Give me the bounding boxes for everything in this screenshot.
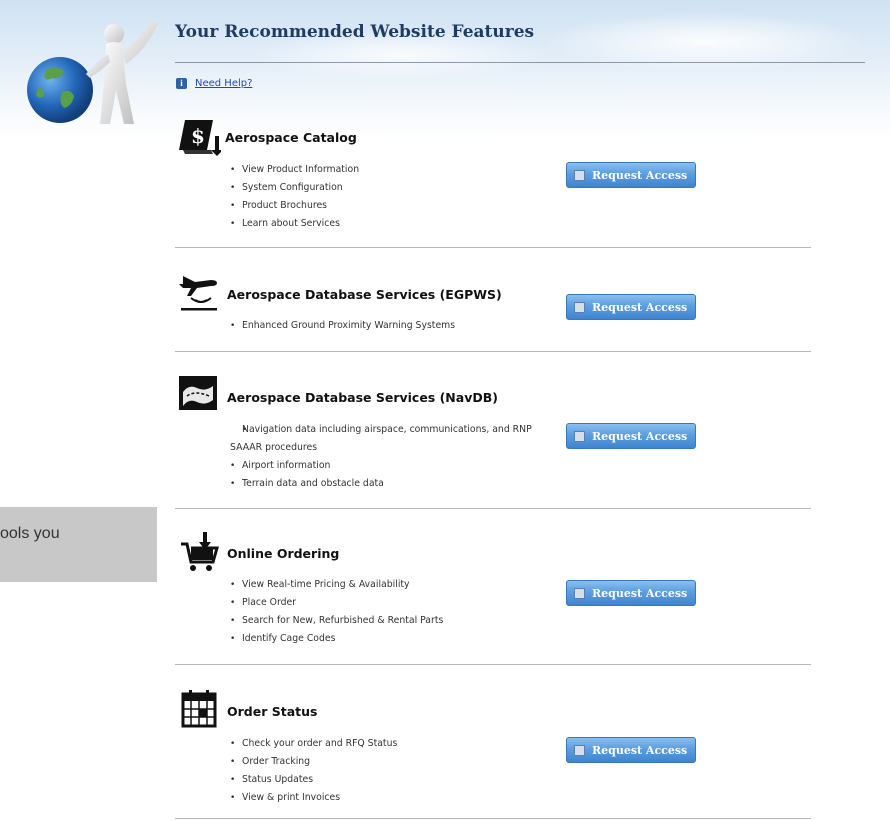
- list-item: Airport information: [230, 457, 560, 475]
- button-label: Request Access: [592, 586, 688, 600]
- feature-title: Order Status: [227, 704, 318, 719]
- checkbox-icon: [574, 587, 585, 599]
- list-item: Product Brochures: [230, 197, 560, 215]
- request-access-button[interactable]: Request Access: [566, 423, 696, 449]
- feature-title: Online Ordering: [227, 546, 340, 561]
- list-item: Learn about Services: [230, 215, 560, 233]
- list-item: View & print Invoices: [230, 789, 560, 807]
- title-divider: [175, 62, 865, 63]
- divider: [175, 508, 811, 509]
- checkbox-icon: [574, 744, 585, 756]
- button-label: Request Access: [592, 743, 688, 757]
- list-item: Navigation data including airspace, comm…: [230, 421, 560, 457]
- mascot-globe-illustration: [27, 20, 158, 124]
- list-item: Order Tracking: [230, 753, 560, 771]
- list-item: View Real-time Pricing & Availability: [230, 576, 560, 594]
- list-item: Status Updates: [230, 771, 560, 789]
- need-help-link[interactable]: Need Help?: [195, 78, 252, 89]
- info-icon: i: [176, 78, 187, 89]
- list-item: System Configuration: [230, 179, 560, 197]
- request-access-button[interactable]: Request Access: [566, 294, 696, 320]
- request-access-button[interactable]: Request Access: [566, 162, 696, 188]
- feature-title: Aerospace Database Services (EGPWS): [227, 287, 502, 302]
- list-item: Enhanced Ground Proximity Warning System…: [230, 317, 560, 335]
- checkbox-icon: [574, 430, 585, 442]
- list-item: View Product Information: [230, 161, 560, 179]
- list-item: Search for New, Refurbished & Rental Par…: [230, 612, 560, 630]
- checkbox-icon: [574, 169, 585, 181]
- checkbox-icon: [574, 301, 585, 313]
- button-label: Request Access: [592, 168, 688, 182]
- help-link-row[interactable]: i Need Help?: [176, 78, 252, 89]
- feature-bullet-list: Enhanced Ground Proximity Warning System…: [230, 317, 560, 335]
- feature-bullet-list: View Product Information System Configur…: [230, 161, 560, 233]
- page-title: Your Recommended Website Features: [175, 22, 535, 42]
- feature-title: Aerospace Database Services (NavDB): [227, 390, 498, 405]
- svg-text:$: $: [191, 124, 205, 148]
- button-label: Request Access: [592, 300, 688, 314]
- feature-bullet-list: Check your order and RFQ Status Order Tr…: [230, 735, 560, 807]
- side-note-text: ools you: [0, 525, 60, 542]
- feature-bullet-list: View Real-time Pricing & Availability Pl…: [230, 576, 560, 648]
- divider: [175, 351, 811, 352]
- request-access-button[interactable]: Request Access: [566, 737, 696, 763]
- divider: [175, 664, 811, 665]
- navigation-map-icon: [179, 376, 217, 410]
- request-access-button[interactable]: Request Access: [566, 580, 696, 606]
- shopping-cart-icon: [181, 532, 219, 571]
- airplane-landing-icon: [179, 276, 217, 311]
- button-label: Request Access: [592, 429, 688, 443]
- feature-bullet-list: Navigation data including airspace, comm…: [230, 421, 560, 493]
- list-item: Identify Cage Codes: [230, 630, 560, 648]
- divider: [175, 247, 811, 248]
- side-note-panel: ools you: [0, 507, 157, 582]
- catalog-dollar-icon: $: [179, 120, 221, 156]
- list-item: Check your order and RFQ Status: [230, 735, 560, 753]
- divider: [175, 818, 811, 819]
- list-item: Place Order: [230, 594, 560, 612]
- calendar-icon: [181, 690, 217, 728]
- list-item: Terrain data and obstacle data: [230, 475, 560, 493]
- feature-title: Aerospace Catalog: [225, 130, 357, 145]
